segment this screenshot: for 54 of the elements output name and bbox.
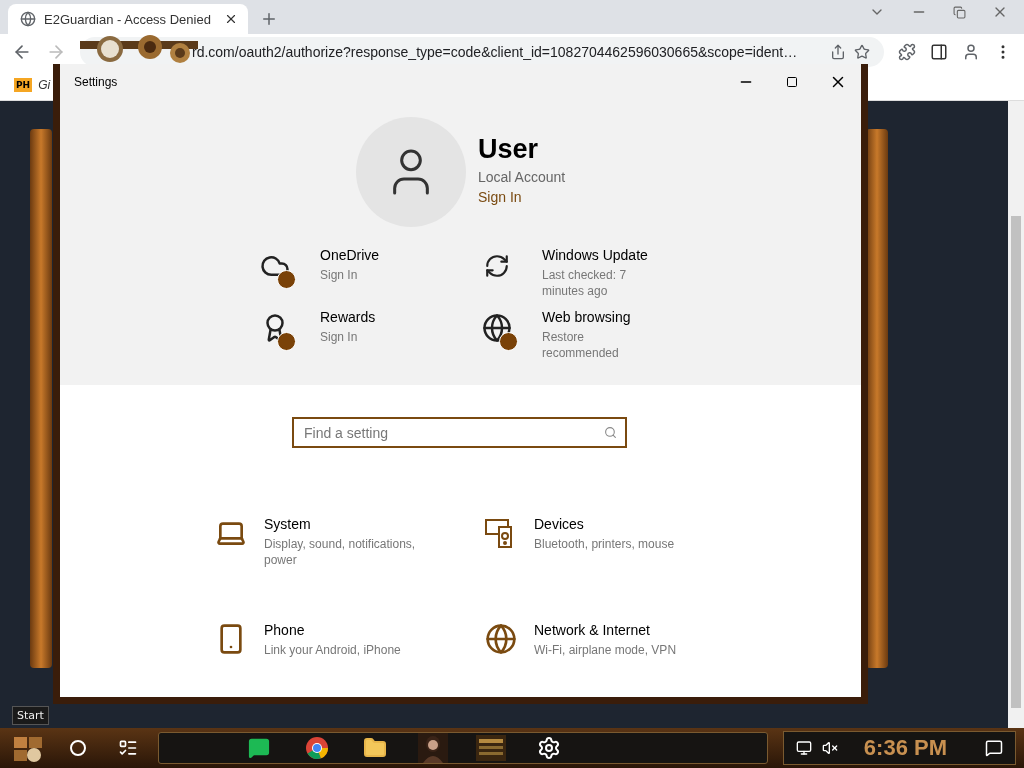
window-title: Settings (74, 75, 118, 89)
status-detail: Last checked: 7 minutes ago (542, 267, 628, 299)
category-title[interactable]: Devices (534, 516, 704, 532)
status-title[interactable]: Rewards (320, 309, 438, 325)
calendar-drawing[interactable] (476, 735, 506, 761)
folder-icon[interactable] (363, 736, 387, 760)
search-icon (604, 426, 617, 439)
category-title[interactable]: Network & Internet (534, 622, 704, 638)
status-detail: Sign In (320, 329, 359, 345)
clock[interactable]: 6:36 PM (863, 735, 947, 761)
bookmark-favicon: PH (14, 78, 33, 92)
status-detail: Sign In (320, 267, 359, 283)
status-title[interactable]: Web browsing (542, 309, 660, 325)
tab-title: E2Guardian - Access Denied (44, 11, 212, 27)
address-bar[interactable]: rd.com/oauth2/authorize?response_type=code&client_id=1082704462596030665&scope=ident… (80, 37, 884, 67)
new-tab-icon[interactable] (260, 10, 278, 28)
notification-icon[interactable] (985, 739, 1003, 757)
chat-app-icon[interactable] (248, 737, 270, 759)
side-panel-icon[interactable] (930, 43, 948, 61)
settings-icon[interactable] (537, 736, 561, 760)
category-detail: Bluetooth, printers, mouse (534, 536, 676, 552)
category-title[interactable]: Phone (264, 622, 434, 638)
status-detail: Restore recommended (542, 329, 620, 361)
category-title[interactable]: System (264, 516, 434, 532)
search-circle-icon[interactable] (69, 739, 87, 757)
status-title[interactable]: OneDrive (320, 247, 438, 263)
category-detail: Display, sound, notifications, power (264, 536, 417, 568)
extensions-icon[interactable] (898, 43, 916, 61)
task-view-icon[interactable] (118, 738, 138, 758)
network-icon[interactable] (795, 740, 812, 756)
globe-icon (482, 313, 512, 343)
share-icon[interactable] (830, 44, 846, 60)
star-icon[interactable] (854, 44, 870, 60)
status-title[interactable]: Windows Update (542, 247, 660, 263)
user-name: User (478, 133, 540, 165)
scrollbar[interactable] (1008, 101, 1024, 728)
bookmark-link[interactable]: Gi (38, 78, 51, 92)
account-type: Local Account (478, 168, 566, 185)
refresh-icon (484, 253, 510, 279)
category-detail: Link your Android, iPhone (264, 642, 402, 658)
restore-icon[interactable] (953, 5, 966, 19)
muted-volume-icon[interactable] (821, 740, 838, 756)
search-field[interactable]: Find a setting (292, 417, 627, 448)
close-icon[interactable] (224, 12, 238, 26)
sign-in-link[interactable]: Sign In (478, 188, 522, 205)
maximize-icon[interactable] (786, 76, 798, 88)
url-text: rd.com/oauth2/authorize?response_type=code&client_id=1082704462596030665&scope=ident… (191, 44, 799, 60)
globe-icon (20, 11, 36, 27)
category-detail: Wi-Fi, airplane mode, VPN (534, 642, 678, 658)
profile-icon[interactable] (962, 43, 980, 61)
browser-tab[interactable]: E2Guardian - Access Denied (8, 4, 248, 34)
chrome-icon[interactable] (305, 736, 329, 760)
start-tooltip: Start (12, 706, 49, 725)
globe-icon (485, 623, 517, 655)
